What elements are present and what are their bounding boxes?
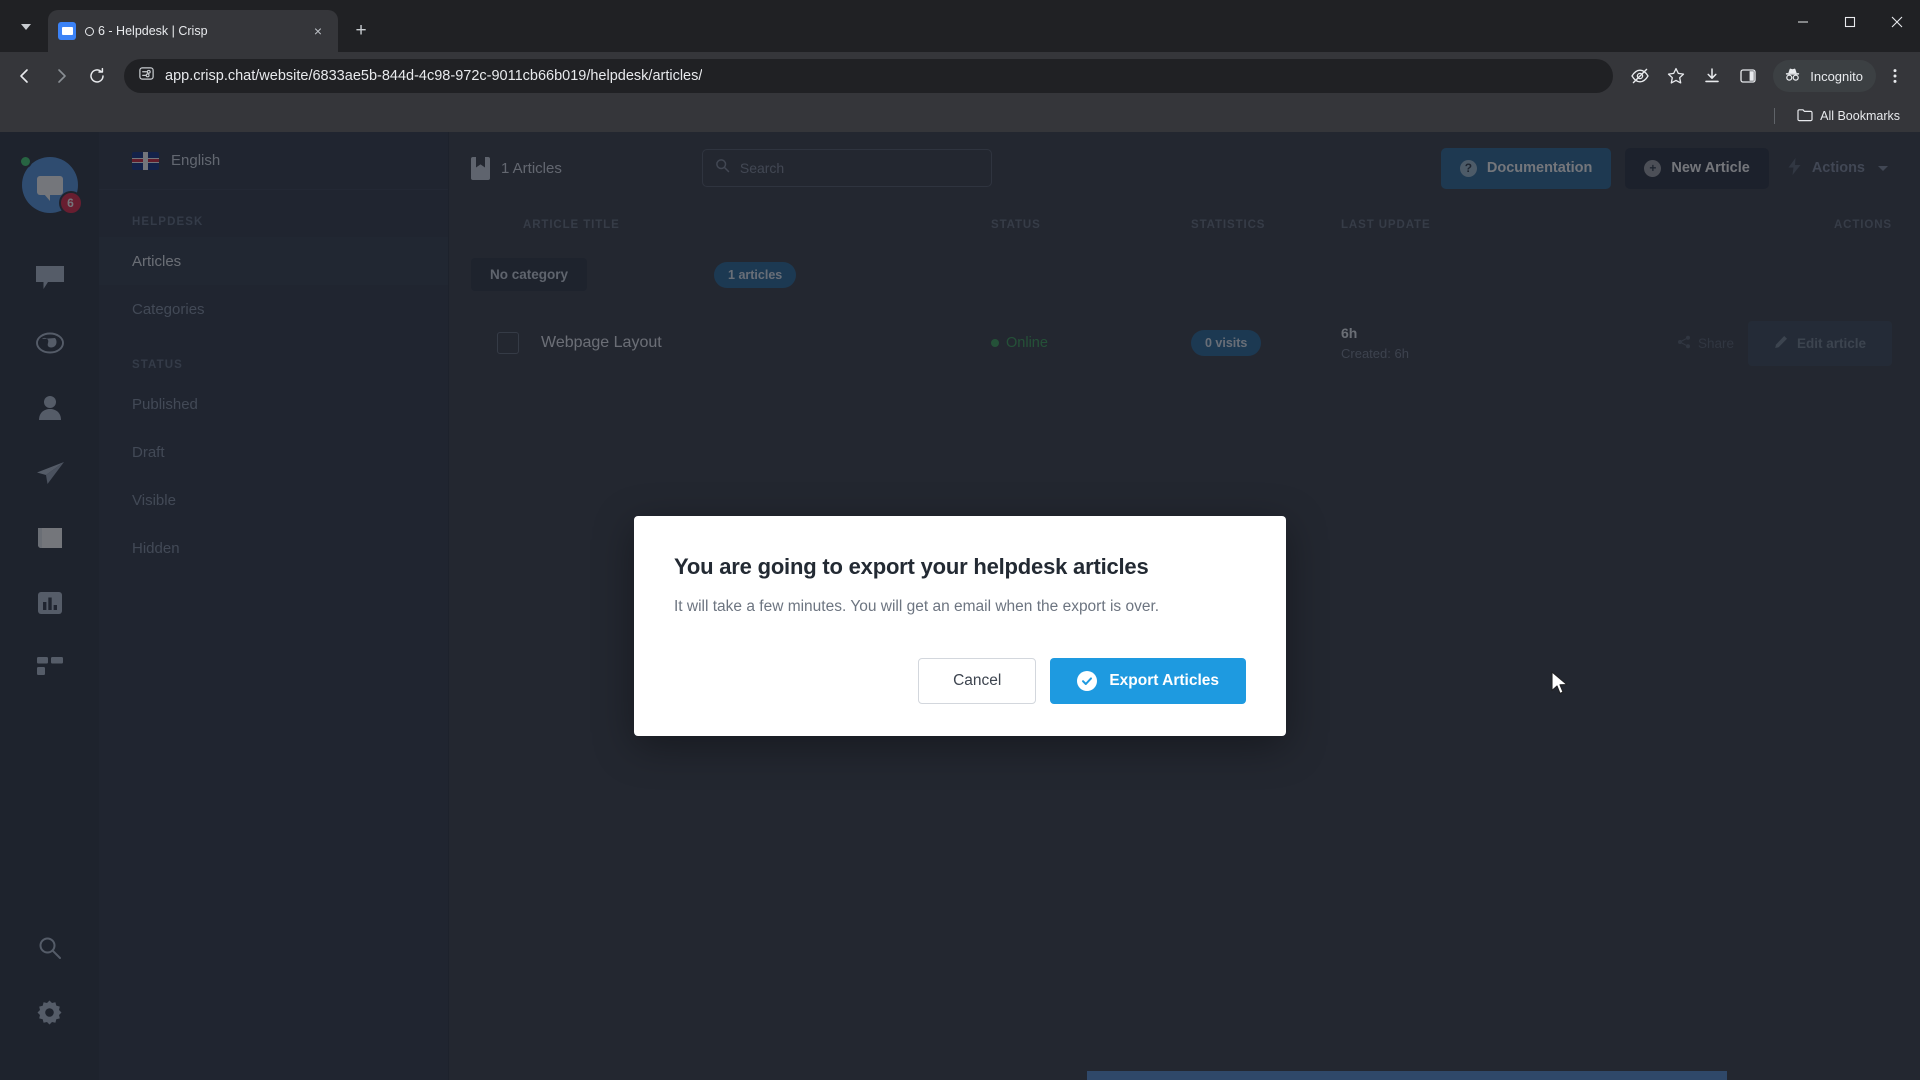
cancel-button[interactable]: Cancel	[918, 658, 1037, 704]
tracking-protection-eye-off-icon[interactable]	[1623, 59, 1657, 93]
chevron-down-icon	[21, 24, 31, 30]
site-settings-icon[interactable]	[138, 65, 155, 87]
maximize-button[interactable]	[1826, 0, 1873, 44]
modal-body: It will take a few minutes. You will get…	[674, 598, 1160, 615]
browser-toolbar: app.crisp.chat/website/6833ae5b-844d-4c9…	[0, 52, 1920, 100]
check-circle-icon	[1077, 671, 1098, 691]
tab-strip: 6 - Helpdesk | Crisp × +	[0, 0, 1920, 52]
window-controls	[1779, 0, 1920, 44]
modal-title: You are going to export your helpdesk ar…	[674, 554, 1149, 579]
tab-title-text: 6 - Helpdesk | Crisp	[98, 24, 208, 38]
all-bookmarks-label: All Bookmarks	[1820, 109, 1900, 123]
address-bar[interactable]: app.crisp.chat/website/6833ae5b-844d-4c9…	[124, 59, 1614, 93]
export-articles-modal: You are going to export your helpdesk ar…	[634, 516, 1286, 736]
page-viewport: 6	[0, 132, 1920, 1080]
incognito-indicator[interactable]: Incognito	[1773, 60, 1876, 92]
crisp-chat-favicon	[58, 22, 76, 40]
address-bar-url: app.crisp.chat/website/6833ae5b-844d-4c9…	[165, 68, 703, 84]
new-tab-button[interactable]: +	[346, 16, 376, 46]
minimize-button[interactable]	[1779, 0, 1826, 44]
export-articles-button[interactable]: Export Articles	[1050, 658, 1246, 704]
modal-actions: Cancel Export Articles	[674, 658, 1246, 704]
side-panel-icon[interactable]	[1731, 59, 1765, 93]
forward-icon[interactable]	[44, 59, 78, 93]
folder-icon	[1797, 108, 1813, 125]
browser-tab[interactable]: 6 - Helpdesk | Crisp ×	[48, 10, 338, 52]
chrome-menu-icon[interactable]	[1878, 59, 1912, 93]
tab-search-chevron-icon[interactable]	[8, 9, 44, 45]
tab-title: 6 - Helpdesk | Crisp	[85, 24, 308, 38]
tab-close-icon[interactable]: ×	[308, 21, 328, 41]
incognito-hat-icon	[1783, 65, 1802, 87]
bookmarks-separator	[1774, 108, 1776, 124]
reload-icon[interactable]	[80, 59, 114, 93]
all-bookmarks-button[interactable]: All Bookmarks	[1789, 105, 1908, 128]
incognito-label: Incognito	[1810, 68, 1863, 84]
browser-window: 6 - Helpdesk | Crisp × + app.crisp.chat/…	[0, 0, 1920, 1080]
bookmark-star-icon[interactable]	[1659, 59, 1693, 93]
close-window-button[interactable]	[1873, 0, 1920, 44]
toolbar-right-icons: Incognito	[1623, 59, 1912, 93]
export-articles-label: Export Articles	[1109, 672, 1219, 689]
back-icon[interactable]	[8, 59, 42, 93]
unread-bubble-icon	[85, 26, 94, 36]
downloads-icon[interactable]	[1695, 59, 1729, 93]
mouse-cursor	[1551, 671, 1571, 702]
bookmarks-bar: All Bookmarks	[0, 100, 1920, 132]
